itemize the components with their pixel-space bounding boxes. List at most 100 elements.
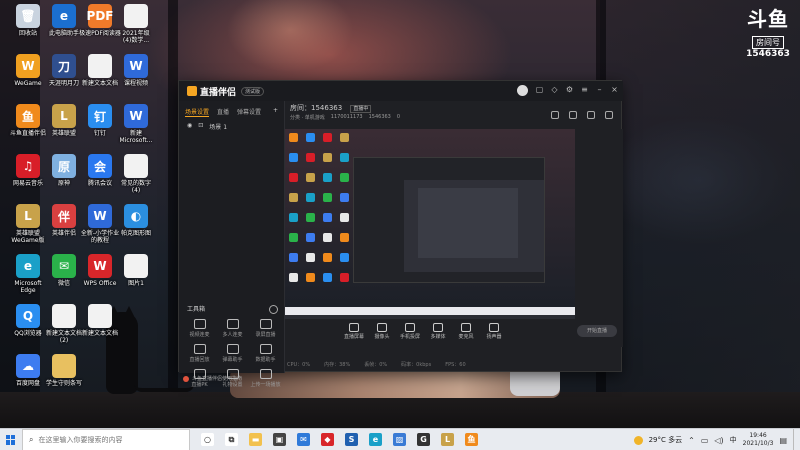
volume-icon[interactable]: ◁) xyxy=(714,436,723,445)
preview-desktop-icon xyxy=(323,193,332,202)
stream-control-button[interactable]: 多媒体 xyxy=(425,323,451,340)
recycle-bin-icon: 🗑 xyxy=(16,4,40,28)
weather-icon[interactable] xyxy=(633,435,643,445)
preview-nested-window-inner xyxy=(404,180,544,272)
start-live-button[interactable]: 开始直播 xyxy=(577,325,617,337)
tool-button[interactable]: 录屏直播 xyxy=(249,319,282,338)
stream-control-button[interactable]: 扬声器 xyxy=(481,323,507,340)
app-title-bar[interactable]: 直播伴侣 测试版 ▢ ◇ ⚙ ≡ – × xyxy=(179,81,623,101)
cortana-icon[interactable]: ○ xyxy=(201,433,214,446)
preview-nested-window-deep xyxy=(418,188,518,258)
input-method[interactable]: 中 xyxy=(730,435,737,445)
tool-button[interactable]: 直播回放 xyxy=(183,344,216,363)
windows-taskbar: ⌕ ○ ⧉ ▬ ▣ ✉ ◆ Se ▨ GL鱼 29°C 多云 ⌃ ▭ ◁) 中 19:46 20… xyxy=(0,428,800,450)
settings-icon[interactable]: ⚙ xyxy=(565,85,574,94)
tool-label: 数据助手 xyxy=(255,357,276,363)
desktop-icon[interactable]: 新建文本文档 xyxy=(78,304,122,337)
message-icon[interactable]: ▢ xyxy=(535,85,544,94)
app-s-icon[interactable]: S xyxy=(345,433,358,446)
guide-notice[interactable]: 斗鱼直播伴侣使用指南 xyxy=(183,375,242,382)
network-icon[interactable]: ▭ xyxy=(701,436,709,445)
status-item: 码率：0kbps xyxy=(401,362,432,368)
stream-control-button[interactable]: 麦克风 xyxy=(453,323,479,340)
add-scene-icon[interactable]: + xyxy=(273,107,278,117)
share-icon[interactable] xyxy=(569,111,577,119)
preview-desktop-icon xyxy=(323,153,332,162)
preview-desktop-icon xyxy=(323,233,332,242)
tool-button[interactable]: 视频连麦 xyxy=(183,319,216,338)
eye-icon[interactable]: ◉ xyxy=(187,122,192,131)
bell-icon[interactable] xyxy=(587,111,595,119)
tool-button[interactable]: 数据助手 xyxy=(249,344,282,363)
ie-icon: e xyxy=(52,4,76,28)
app-logo: 直播伴侣 xyxy=(187,85,236,98)
desktop-icon-label: 学生守则条写 xyxy=(45,380,82,387)
lock-icon[interactable]: ⊡ xyxy=(198,122,203,131)
toolbox-toggle-icon[interactable] xyxy=(269,305,278,314)
close-button[interactable]: × xyxy=(610,85,619,94)
preview-desktop-icon xyxy=(306,133,315,142)
stream-control-icon xyxy=(349,323,359,332)
stream-preview[interactable]: 开始直播 直播屏幕 摄像头 手机投屏 多媒体 麦克风 扬声器 xyxy=(285,129,623,347)
desktop-icon[interactable]: W 课程视频 xyxy=(114,54,158,87)
wegame-icon: W xyxy=(16,54,40,78)
scene-item[interactable]: ◉ ⊡ 场景 1 xyxy=(179,120,284,133)
room-id: 房间：1546363 xyxy=(290,104,343,112)
chevron-up-icon[interactable]: ⌃ xyxy=(688,436,695,445)
notification-icon[interactable]: ▤ xyxy=(779,436,787,445)
file-explorer-icon[interactable]: ▬ xyxy=(249,433,262,446)
tool-button[interactable]: 上传一场播放 xyxy=(249,369,282,388)
desktop-icon-label: 常见的数字 (4) xyxy=(120,180,151,194)
desktop-icon[interactable]: 常见的数字 (4) xyxy=(114,154,158,194)
desktop-icon[interactable]: ◐ 帕克图形图 xyxy=(114,204,158,237)
tab-scene-settings[interactable]: 场景设置 xyxy=(185,107,210,117)
tab-danmaku[interactable]: 弹幕设置 xyxy=(237,107,261,117)
stream-control-button[interactable]: 直播屏幕 xyxy=(341,323,367,340)
tool-icon xyxy=(259,344,272,354)
douyu-taskbar-icon[interactable]: 鱼 xyxy=(465,433,478,446)
store-icon[interactable]: ▣ xyxy=(273,433,286,446)
avatar[interactable] xyxy=(517,85,528,96)
room-uid: 1170011173 xyxy=(330,114,363,120)
stream-control-button[interactable]: 摄像头 xyxy=(369,323,395,340)
photos-icon[interactable]: ▨ xyxy=(393,433,406,446)
desktop-icon[interactable]: 图片1 xyxy=(114,254,158,287)
tab-live[interactable]: 直播 xyxy=(217,107,229,117)
tool-button[interactable]: 弹幕助手 xyxy=(216,344,249,363)
lol-taskbar-icon[interactable]: L xyxy=(441,433,454,446)
room-category[interactable]: 分类 · 单机游戏 xyxy=(290,114,325,121)
tool-label: 直播PK xyxy=(191,382,208,388)
preview-desktop-icon xyxy=(289,253,298,262)
desktop-icon[interactable]: 2021年级 (4)数学... xyxy=(114,4,158,44)
fans-count: 0 xyxy=(396,114,401,120)
stream-control-button[interactable]: 手机投屏 xyxy=(397,323,423,340)
menu-icon[interactable]: ≡ xyxy=(580,85,589,94)
minimize-button[interactable]: – xyxy=(595,85,604,94)
mail-icon[interactable]: ✉ xyxy=(297,433,310,446)
weather-text[interactable]: 29°C 多云 xyxy=(649,435,683,445)
stream-control-icon xyxy=(405,323,415,332)
show-desktop-button[interactable] xyxy=(793,429,796,450)
wallpaper-curtain xyxy=(600,0,800,428)
notice-text: 斗鱼直播伴侣使用指南 xyxy=(192,376,243,382)
desktop-icon[interactable]: 学生守则条写 xyxy=(42,354,86,387)
edit-icon[interactable] xyxy=(551,111,559,119)
desktop-icon[interactable]: W 新建 Microsoft... xyxy=(114,104,158,144)
tool-button[interactable]: 多人连麦 xyxy=(216,319,249,338)
graphics-icon: ◐ xyxy=(124,204,148,228)
taskbar-search[interactable]: ⌕ xyxy=(22,428,190,450)
skin-icon[interactable]: ◇ xyxy=(550,85,559,94)
search-input[interactable] xyxy=(38,435,179,444)
task-view-icon[interactable]: ⧉ xyxy=(225,433,238,446)
link-icon[interactable] xyxy=(605,111,613,119)
app-red-icon[interactable]: ◆ xyxy=(321,433,334,446)
stream-control-label: 麦克风 xyxy=(458,334,474,340)
clock[interactable]: 19:46 2021/10/3 xyxy=(743,432,774,448)
start-button[interactable] xyxy=(0,429,22,450)
tool-label: 录屏直播 xyxy=(255,332,276,338)
status-item: 内存：38% xyxy=(324,362,351,368)
student-doc-icon xyxy=(52,354,76,378)
edge-taskbar-icon[interactable]: e xyxy=(369,433,382,446)
app-g-icon[interactable]: G xyxy=(417,433,430,446)
preview-desktop-icon xyxy=(340,213,349,222)
